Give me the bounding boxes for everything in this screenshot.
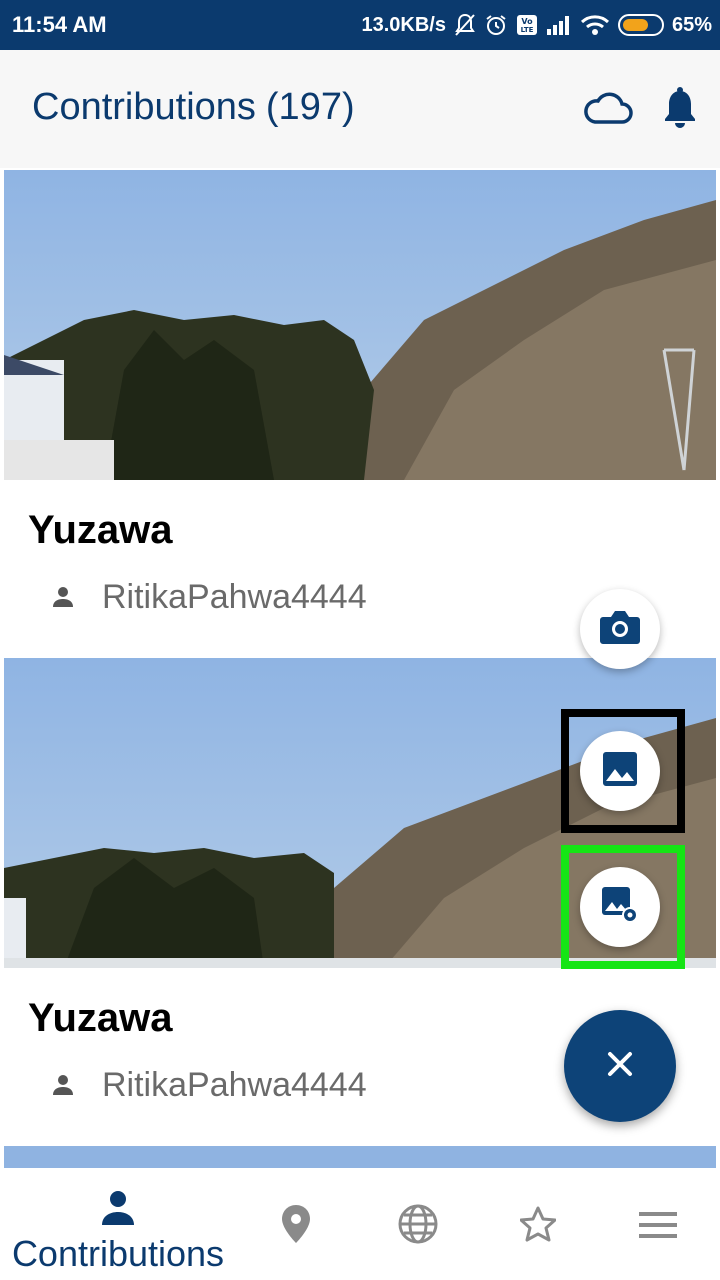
volte-icon: Vo LTE bbox=[516, 14, 538, 36]
mute-bell-icon bbox=[454, 13, 476, 37]
person-icon bbox=[52, 1066, 74, 1105]
cloud-icon[interactable] bbox=[582, 84, 634, 132]
svg-text:Vo: Vo bbox=[521, 17, 533, 26]
page-title-label: Contributions bbox=[32, 86, 256, 128]
battery-level-fill bbox=[622, 19, 648, 31]
contribution-author: RitikaPahwa4444 bbox=[52, 1066, 367, 1105]
person-icon bbox=[100, 1190, 136, 1231]
close-icon bbox=[607, 1051, 633, 1082]
signal-icon bbox=[546, 14, 572, 36]
alarm-icon bbox=[484, 13, 508, 37]
bottom-navigation: Contributions bbox=[0, 1170, 720, 1280]
nav-item-favorites[interactable] bbox=[498, 1170, 578, 1280]
page-title: Contributions (197) bbox=[32, 86, 355, 129]
contribution-author: RitikaPahwa4444 bbox=[52, 578, 367, 617]
contribution-title[interactable]: Yuzawa bbox=[28, 508, 173, 553]
person-icon bbox=[52, 578, 74, 617]
contribution-title[interactable]: Yuzawa bbox=[28, 996, 173, 1041]
star-icon bbox=[519, 1206, 557, 1247]
fab-close-button[interactable] bbox=[564, 1010, 676, 1122]
nav-item-nearby[interactable] bbox=[256, 1170, 336, 1280]
battery-percent: 65% bbox=[671, 13, 712, 36]
nav-item-explore[interactable] bbox=[378, 1170, 458, 1280]
status-bar: 11:54 AM 13.0KB/s Vo LTE 65% bbox=[0, 0, 720, 50]
highlight-box-green bbox=[561, 845, 685, 969]
camera-upload-button[interactable] bbox=[580, 589, 660, 669]
nav-item-contributions[interactable]: Contributions bbox=[0, 1170, 236, 1280]
menu-icon bbox=[639, 1212, 677, 1243]
author-name: RitikaPahwa4444 bbox=[102, 578, 367, 616]
location-pin-icon bbox=[281, 1204, 311, 1249]
nav-item-contributions-label: Contributions bbox=[11, 1233, 225, 1274]
wifi-icon bbox=[580, 14, 610, 36]
highlight-box-black bbox=[561, 709, 685, 833]
bell-icon[interactable] bbox=[654, 84, 706, 132]
network-speed: 13.0KB/s bbox=[361, 13, 446, 36]
nav-item-more[interactable] bbox=[618, 1170, 698, 1280]
battery-icon bbox=[617, 14, 664, 36]
status-indicators: 13.0KB/s Vo LTE 65% bbox=[361, 10, 712, 40]
svg-text:LTE: LTE bbox=[521, 26, 534, 34]
camera-icon bbox=[599, 609, 641, 650]
contribution-image-peek[interactable] bbox=[4, 1146, 716, 1168]
contributions-count: (197) bbox=[265, 86, 355, 128]
app-bar: Contributions (197) bbox=[0, 50, 720, 168]
status-time: 11:54 AM bbox=[12, 12, 107, 37]
author-name: RitikaPahwa4444 bbox=[102, 1066, 367, 1104]
contribution-image[interactable] bbox=[4, 170, 716, 480]
globe-icon bbox=[398, 1204, 438, 1249]
